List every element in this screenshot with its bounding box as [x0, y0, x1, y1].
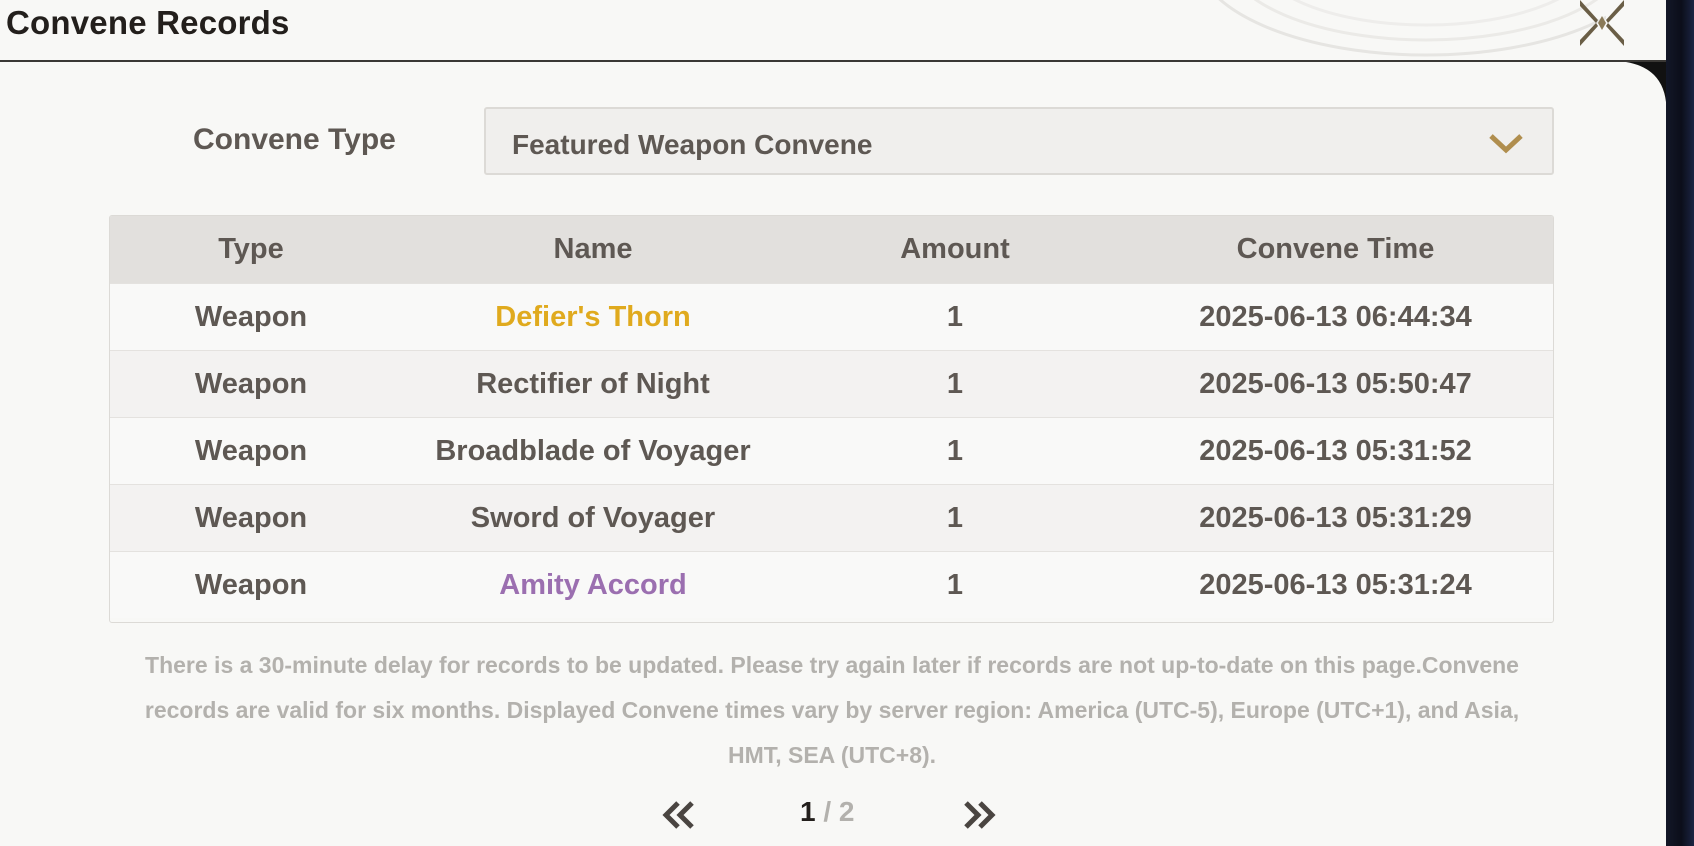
cell-type: Weapon	[194, 501, 308, 534]
double-chevron-right-icon	[964, 801, 996, 829]
page-separator: /	[815, 796, 839, 827]
previous-page-button[interactable]	[660, 800, 698, 830]
cell-amount: 1	[946, 367, 964, 400]
table-header-row: Type Name Amount Convene Time	[110, 216, 1553, 283]
cell-name: Amity Accord	[499, 568, 687, 601]
total-pages: 2	[838, 796, 855, 827]
cell-name: Rectifier of Night	[476, 367, 710, 400]
dialog-title: Convene Records	[6, 4, 290, 41]
table-row: Weapon Defier's Thorn 1 2025-06-13 06:44…	[110, 283, 1553, 350]
cell-name: Sword of Voyager	[470, 501, 716, 534]
convene-type-dropdown[interactable]: Featured Weapon Convene	[484, 107, 1554, 175]
cell-amount: 1	[946, 300, 964, 333]
corner-decoration	[1626, 62, 1666, 102]
cell-amount: 1	[946, 434, 964, 467]
page-indicator: 1 / 2	[800, 796, 855, 828]
cell-amount: 1	[946, 568, 964, 601]
update-delay-notice: There is a 30-minute delay for records t…	[144, 652, 1520, 768]
convene-records-table: Type Name Amount Convene Time Weapon Def…	[109, 215, 1554, 623]
dialog-header: Convene Records	[0, 0, 1666, 62]
convene-records-dialog: Convene Records Convene Type Featured We…	[0, 0, 1666, 846]
cell-convene-time: 2025-06-13 05:50:47	[1199, 367, 1472, 400]
cell-convene-time: 2025-06-13 05:31:24	[1199, 568, 1472, 601]
cell-type: Weapon	[194, 568, 308, 601]
cell-convene-time: 2025-06-13 06:44:34	[1199, 300, 1472, 333]
cell-type: Weapon	[194, 300, 308, 333]
convene-type-selected-value: Featured Weapon Convene	[512, 129, 873, 160]
table-row: Weapon Amity Accord 1 2025-06-13 05:31:2…	[110, 551, 1553, 618]
close-x-icon	[1580, 0, 1624, 46]
table-row: Weapon Broadblade of Voyager 1 2025-06-1…	[110, 417, 1553, 484]
next-page-button[interactable]	[960, 800, 998, 830]
pagination: 1 / 2	[0, 790, 1666, 840]
header-decoration	[1218, 0, 1606, 57]
cell-name: Defier's Thorn	[495, 300, 691, 333]
cell-convene-time: 2025-06-13 05:31:52	[1199, 434, 1472, 467]
table-row: Weapon Rectifier of Night 1 2025-06-13 0…	[110, 350, 1553, 417]
column-header-type: Type	[218, 233, 284, 265]
table-row: Weapon Sword of Voyager 1 2025-06-13 05:…	[110, 484, 1553, 551]
cell-name: Broadblade of Voyager	[435, 434, 751, 467]
column-header-amount: Amount	[900, 233, 1010, 265]
double-chevron-left-icon	[662, 801, 694, 829]
chevron-down-icon	[1489, 134, 1523, 154]
background-edge	[1662, 0, 1694, 846]
current-page: 1	[800, 796, 816, 827]
convene-type-label: Convene Type	[193, 123, 396, 156]
cell-amount: 1	[946, 501, 964, 534]
close-button[interactable]	[1576, 0, 1628, 46]
cell-type: Weapon	[194, 434, 308, 467]
cell-type: Weapon	[194, 367, 308, 400]
column-header-convene-time: Convene Time	[1236, 233, 1435, 265]
column-header-name: Name	[553, 233, 633, 265]
cell-convene-time: 2025-06-13 05:31:29	[1199, 501, 1472, 534]
